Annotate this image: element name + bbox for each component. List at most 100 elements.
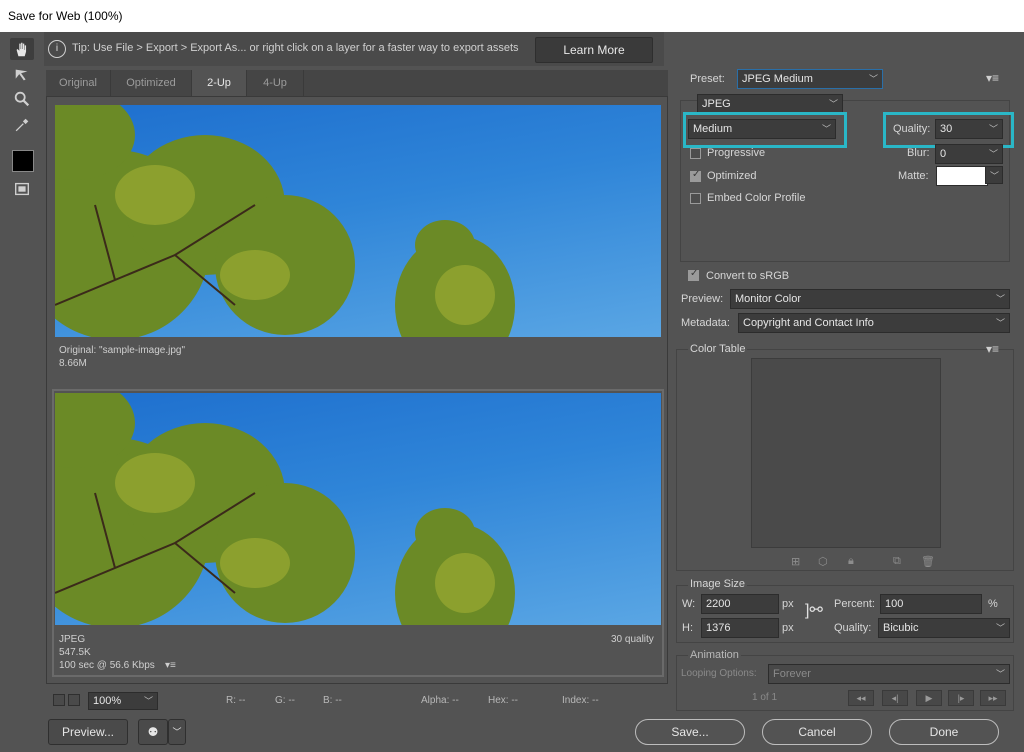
- tab-2up[interactable]: 2-Up: [192, 70, 247, 96]
- quality-level-highlight: [683, 112, 847, 148]
- zoom-level-value: 100%: [93, 695, 122, 707]
- new-color-icon[interactable]: ⧉: [893, 555, 901, 568]
- readout-g: G: --: [275, 695, 295, 706]
- progressive-checkbox[interactable]: [690, 148, 701, 159]
- preview-label: Preview:: [681, 293, 724, 305]
- chevron-down-icon: ﹀: [988, 149, 998, 159]
- web-shift-icon[interactable]: ⬡: [818, 555, 828, 568]
- optimized-image-preview[interactable]: [55, 393, 661, 625]
- optimized-quality-label: 30 quality: [611, 634, 654, 645]
- hand-tool-icon[interactable]: [10, 38, 34, 60]
- convert-srgb-label: Convert to sRGB: [706, 270, 790, 282]
- original-file-size: 8.66M: [59, 358, 87, 369]
- chevron-down-icon: ﹀: [995, 294, 1005, 304]
- view-tabs: Original Optimized 2-Up 4-Up: [46, 70, 668, 96]
- window-title: Save for Web (100%): [8, 9, 123, 23]
- zoom-tool-icon[interactable]: [10, 88, 34, 110]
- file-format-select[interactable]: JPEG ﹀: [697, 94, 843, 114]
- frame-counter: 1 of 1: [752, 692, 778, 703]
- height-unit: px: [782, 622, 794, 634]
- file-format-value: JPEG: [702, 98, 731, 110]
- optimized-file-size: 547.5K: [59, 647, 91, 658]
- save-button[interactable]: Save...: [635, 719, 745, 745]
- original-image-preview[interactable]: [55, 105, 661, 337]
- done-button[interactable]: Done: [889, 719, 999, 745]
- quality-highlight: [883, 112, 1014, 148]
- preset-label: Preset:: [690, 73, 725, 85]
- play-icon[interactable]: ▶: [916, 690, 942, 706]
- blur-label: Blur:: [907, 147, 930, 159]
- cancel-button[interactable]: Cancel: [762, 719, 872, 745]
- constrain-proportions-icon[interactable]: ]⚯: [805, 600, 823, 620]
- next-frame-icon[interactable]: |▸: [948, 690, 974, 706]
- readout-index: Index: --: [562, 695, 599, 706]
- optimized-checkbox[interactable]: [690, 169, 701, 182]
- tab-optimized[interactable]: Optimized: [111, 70, 192, 96]
- readout-alpha: Alpha: --: [421, 695, 459, 706]
- tip-text: Tip: Use File > Export > Export As... or…: [72, 42, 519, 54]
- lock-color-icon[interactable]: 🔒︎: [848, 555, 854, 568]
- height-label: H:: [682, 622, 693, 634]
- toggle-slices-icon[interactable]: [10, 178, 34, 200]
- width-input[interactable]: 2200: [701, 594, 779, 614]
- percent-input[interactable]: 100: [880, 594, 982, 614]
- embed-color-profile-checkbox[interactable]: [690, 193, 701, 204]
- eyedropper-tool-icon[interactable]: [10, 114, 34, 136]
- zoom-out-icon[interactable]: [53, 694, 65, 706]
- chevron-down-icon: ﹀: [143, 696, 153, 706]
- color-table-title: Color Table: [688, 343, 748, 355]
- preset-value: JPEG Medium: [742, 73, 813, 85]
- matte-select[interactable]: ﹀: [985, 166, 1003, 184]
- last-frame-icon[interactable]: ▸▸: [980, 690, 1006, 706]
- matte-color-swatch[interactable]: [936, 166, 988, 186]
- blur-select[interactable]: 0 ﹀: [935, 144, 1003, 164]
- blur-value: 0: [940, 148, 947, 160]
- trash-icon[interactable]: 🗑︎: [921, 555, 935, 568]
- eyedropper-color-swatch[interactable]: [12, 150, 34, 172]
- preview-select[interactable]: Monitor Color ﹀: [730, 289, 1010, 309]
- tab-4up[interactable]: 4-Up: [247, 70, 304, 96]
- speed-menu-icon[interactable]: ▾≡: [165, 660, 176, 672]
- preview-panel: Original: "sample-image.jpg" 8.66M JPEG …: [46, 96, 668, 684]
- color-table-menu-icon[interactable]: ▾≡: [986, 342, 999, 356]
- percent-unit: %: [988, 598, 998, 610]
- zoom-level-select[interactable]: 100% ﹀: [88, 692, 158, 710]
- resample-quality-select[interactable]: Bicubic ﹀: [878, 618, 1010, 638]
- progressive-label: Progressive: [707, 147, 766, 159]
- optimized-label: Optimized: [707, 170, 757, 182]
- chevron-down-icon: ﹀: [828, 99, 838, 109]
- map-transparent-icon[interactable]: ⊞: [791, 555, 800, 568]
- download-speed: 100 sec @ 56.6 Kbps: [59, 660, 155, 671]
- looping-options-select[interactable]: Forever ﹀: [768, 664, 1010, 684]
- looping-options-label: Looping Options:: [681, 668, 757, 679]
- preview-value: Monitor Color: [735, 293, 802, 305]
- height-input[interactable]: 1376: [701, 618, 779, 638]
- info-icon: i: [48, 40, 66, 58]
- width-unit: px: [782, 598, 794, 610]
- device-preview-icon[interactable]: ⚉: [138, 719, 168, 745]
- metadata-select[interactable]: Copyright and Contact Info ﹀: [738, 313, 1010, 333]
- resample-quality-label: Quality:: [834, 622, 872, 634]
- preview-button[interactable]: Preview...: [48, 719, 128, 745]
- preset-select[interactable]: JPEG Medium ﹀: [737, 69, 883, 89]
- zoom-in-icon[interactable]: [68, 694, 80, 706]
- image-size-title: Image Size: [688, 578, 748, 590]
- chevron-down-icon: ﹀: [995, 669, 1005, 679]
- convert-srgb-checkbox[interactable]: [688, 268, 699, 281]
- readout-hex: Hex: --: [488, 695, 518, 706]
- original-file-name: Original: "sample-image.jpg": [59, 345, 186, 356]
- learn-more-button[interactable]: Learn More: [535, 37, 653, 63]
- resample-quality-value: Bicubic: [883, 622, 919, 634]
- optimize-menu-icon[interactable]: ▾≡: [986, 71, 999, 85]
- chevron-down-icon[interactable]: ﹀: [168, 719, 186, 745]
- tab-original[interactable]: Original: [46, 70, 111, 96]
- tool-strip: [0, 32, 42, 712]
- looping-options-value: Forever: [773, 668, 811, 680]
- slice-select-tool-icon[interactable]: [10, 64, 34, 86]
- optimized-format: JPEG: [59, 634, 86, 645]
- readout-r: R: --: [226, 695, 246, 706]
- chevron-down-icon: ﹀: [989, 171, 999, 181]
- previous-frame-icon[interactable]: ◂|: [882, 690, 908, 706]
- first-frame-icon[interactable]: ◂◂: [848, 690, 874, 706]
- color-table-area: [751, 358, 941, 548]
